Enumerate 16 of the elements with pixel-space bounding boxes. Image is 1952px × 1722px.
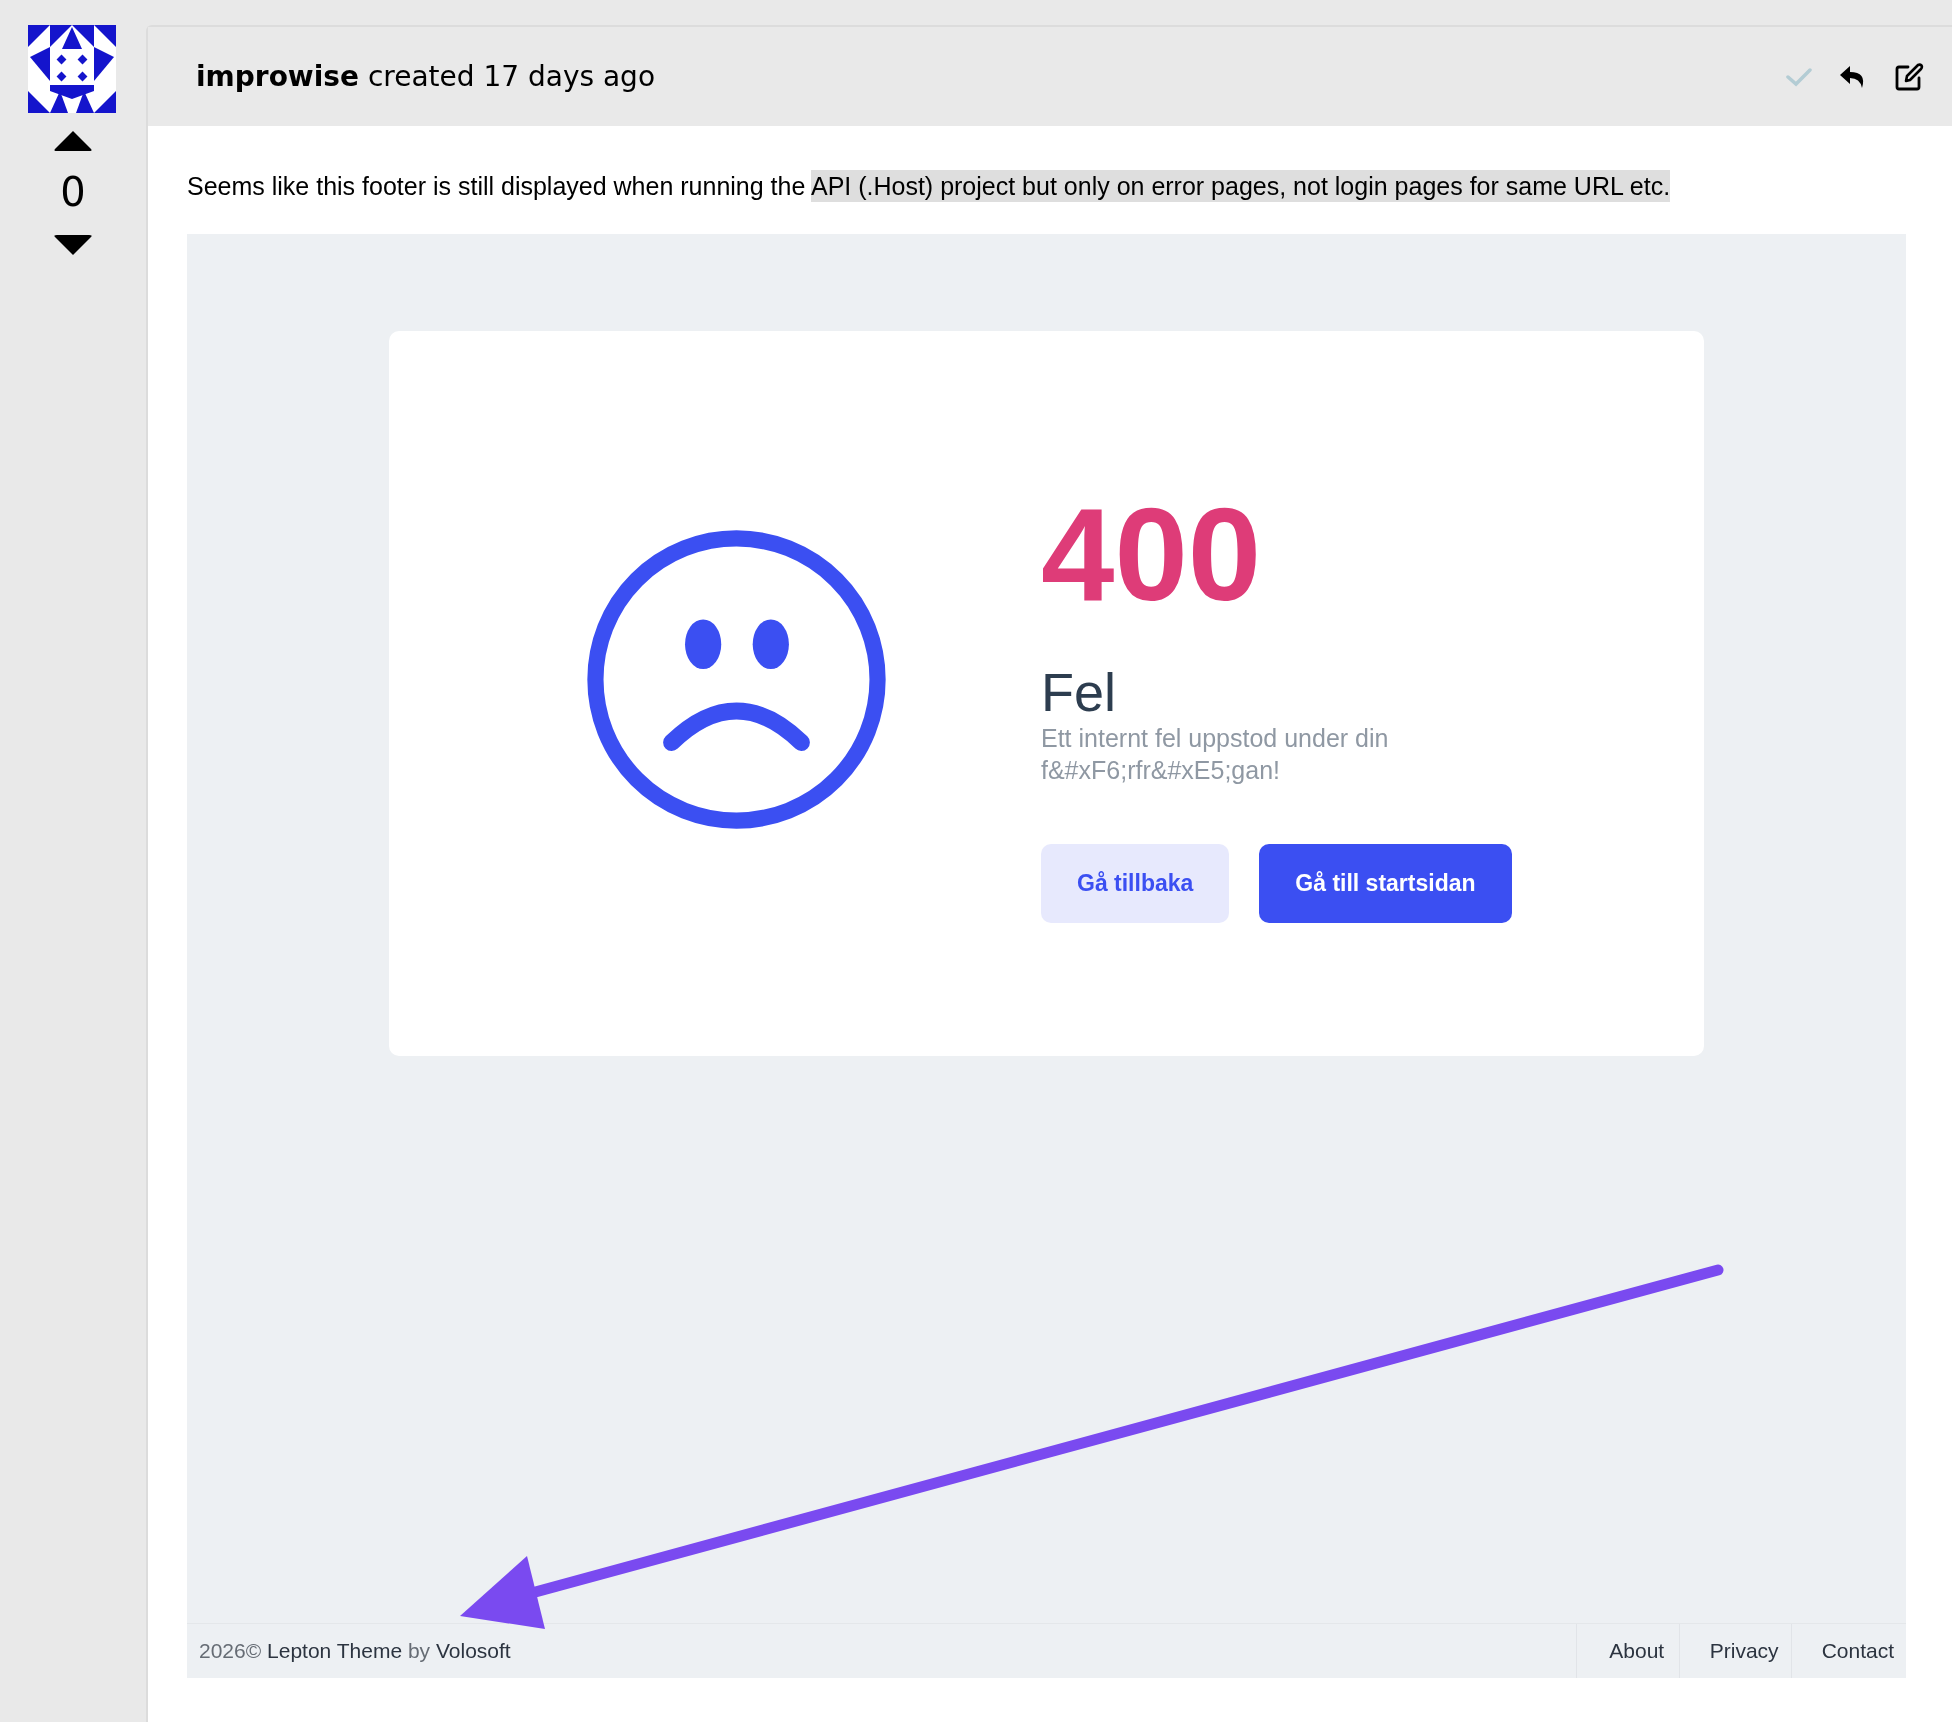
footer-link[interactable]: About — [1575, 1624, 1679, 1678]
avatar-icon — [28, 25, 116, 113]
footer-link[interactable]: Contact — [1790, 1624, 1906, 1678]
post-author-line: improwise created 17 days ago — [196, 60, 657, 93]
error-message: Ett internt fel uppstod under din f&#xF6;rfr&#xE5;gan! — [1041, 723, 1390, 787]
error-title: Fel — [1041, 663, 1116, 723]
copyright-text: 2026© Lepton Theme by Volosoft — [199, 1639, 511, 1663]
vote-count: 0 — [60, 169, 86, 215]
error-code: 400 — [1041, 489, 1262, 621]
edit-icon[interactable] — [1894, 61, 1924, 92]
check-icon[interactable] — [1786, 66, 1812, 87]
comment-text: Seems like this footer is still displayed when running the API (.Host) project but only on error pages, not login pages for same URL etc. — [187, 169, 1672, 204]
home-button[interactable]: Gå till startsidan — [1259, 844, 1512, 924]
sad-face-icon — [584, 527, 889, 832]
back-button[interactable]: Gå tillbaka — [1041, 844, 1230, 924]
footer-link[interactable]: Privacy — [1678, 1624, 1791, 1678]
